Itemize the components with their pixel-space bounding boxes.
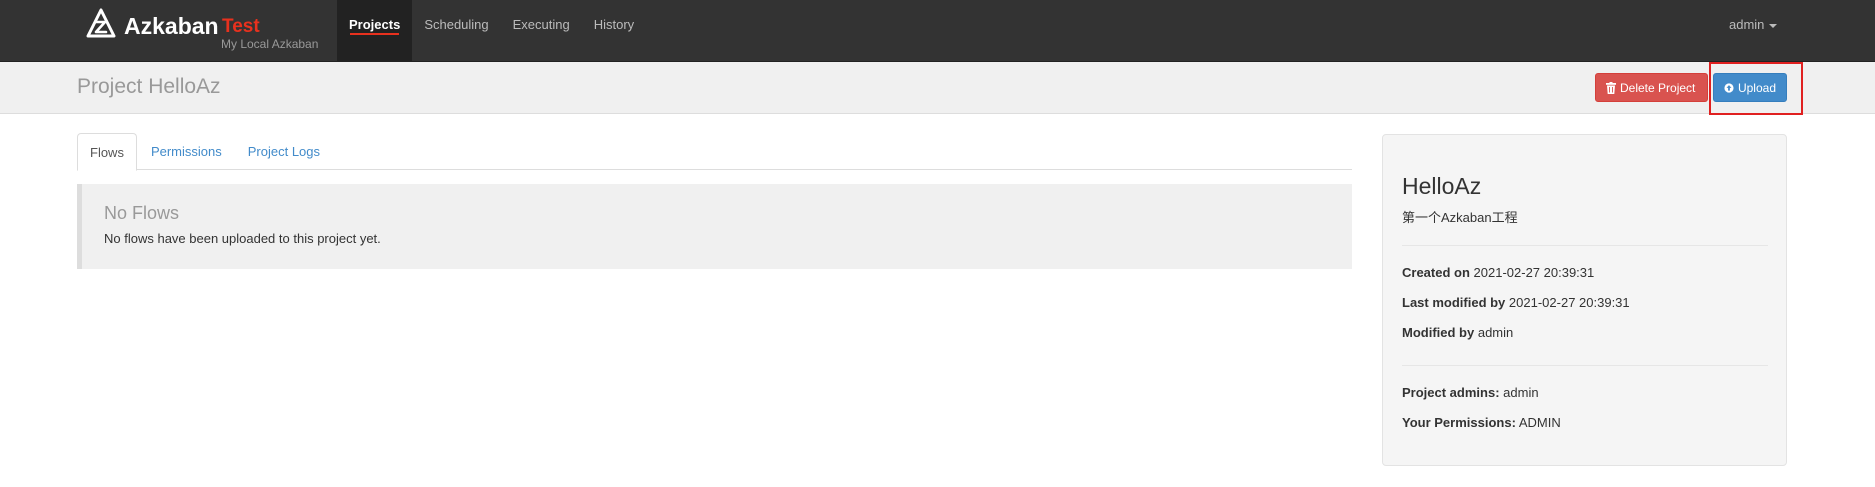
nav-executing[interactable]: Executing bbox=[501, 0, 582, 62]
nav-history-label: History bbox=[593, 17, 635, 32]
project-info-panel: HelloAz 第一个Azkaban工程 Created on 2021-02-… bbox=[1382, 134, 1787, 466]
created-on-label: Created on bbox=[1402, 265, 1470, 280]
created-on-value: 2021-02-27 20:39:31 bbox=[1473, 265, 1595, 280]
tab-flows-label: Flows bbox=[90, 144, 124, 160]
delete-project-button[interactable]: Delete Project bbox=[1595, 73, 1708, 102]
page-title: Project HelloAz bbox=[77, 75, 221, 98]
last-modified-row: Last modified by 2021-02-27 20:39:31 bbox=[1402, 295, 1630, 310]
last-modified-value: 2021-02-27 20:39:31 bbox=[1508, 295, 1630, 310]
modified-by-label: Modified by bbox=[1402, 325, 1475, 340]
project-admins-label: Project admins: bbox=[1402, 385, 1500, 400]
trash-icon bbox=[1606, 81, 1616, 94]
project-description: 第一个Azkaban工程 bbox=[1402, 210, 1518, 225]
alert-text: No flows have been uploaded to this proj… bbox=[104, 231, 381, 246]
nav-projects[interactable]: Projects bbox=[337, 0, 413, 62]
no-flows-alert: No Flows No flows have been uploaded to … bbox=[77, 184, 1352, 269]
tab-permissions[interactable]: Permissions bbox=[139, 133, 234, 170]
active-underline bbox=[350, 33, 400, 35]
nav-scheduling[interactable]: Scheduling bbox=[412, 0, 500, 62]
nav-scheduling-label: Scheduling bbox=[424, 17, 489, 32]
your-permissions-label: Your Permissions: bbox=[1402, 415, 1516, 430]
tab-flows[interactable]: Flows bbox=[77, 133, 137, 171]
brand-name: Azkaban bbox=[124, 13, 219, 39]
nav-history[interactable]: History bbox=[582, 0, 646, 62]
azkaban-logo-icon bbox=[86, 8, 116, 38]
nav-projects-label: Projects bbox=[349, 17, 401, 32]
tab-project-logs[interactable]: Project Logs bbox=[236, 133, 332, 170]
caret-down-icon bbox=[1769, 23, 1778, 28]
project-admins-value: admin bbox=[1503, 385, 1539, 400]
main-nav: Projects Scheduling Executing History bbox=[337, 0, 646, 62]
last-modified-label: Last modified by bbox=[1402, 295, 1506, 310]
brand-environment: Test bbox=[222, 16, 260, 37]
user-menu[interactable]: admin bbox=[1729, 17, 1778, 32]
divider bbox=[1402, 245, 1768, 246]
project-name: HelloAz bbox=[1402, 173, 1482, 199]
alert-title: No Flows bbox=[104, 203, 180, 223]
delete-project-label: Delete Project bbox=[1620, 80, 1696, 95]
created-on-row: Created on 2021-02-27 20:39:31 bbox=[1402, 265, 1594, 280]
user-name: admin bbox=[1729, 17, 1765, 32]
page-header: Project HelloAz Delete Project Upload bbox=[0, 62, 1875, 114]
project-admins-row: Project admins: admin bbox=[1402, 385, 1539, 400]
tab-project-logs-label: Project Logs bbox=[247, 144, 321, 159]
top-navbar: Azkaban Test My Local Azkaban Projects S… bbox=[0, 0, 1875, 62]
nav-executing-label: Executing bbox=[512, 17, 570, 32]
modified-by-row: Modified by admin bbox=[1402, 325, 1513, 340]
upload-highlight-box bbox=[1709, 62, 1803, 115]
brand-subtitle: My Local Azkaban bbox=[221, 37, 319, 51]
project-tabs: Flows Permissions Project Logs bbox=[77, 133, 1352, 171]
divider bbox=[1402, 365, 1768, 366]
tab-permissions-label: Permissions bbox=[150, 144, 222, 159]
modified-by-value: admin bbox=[1477, 325, 1514, 340]
your-permissions-value: ADMIN bbox=[1518, 415, 1561, 430]
your-permissions-row: Your Permissions: ADMIN bbox=[1402, 415, 1561, 430]
